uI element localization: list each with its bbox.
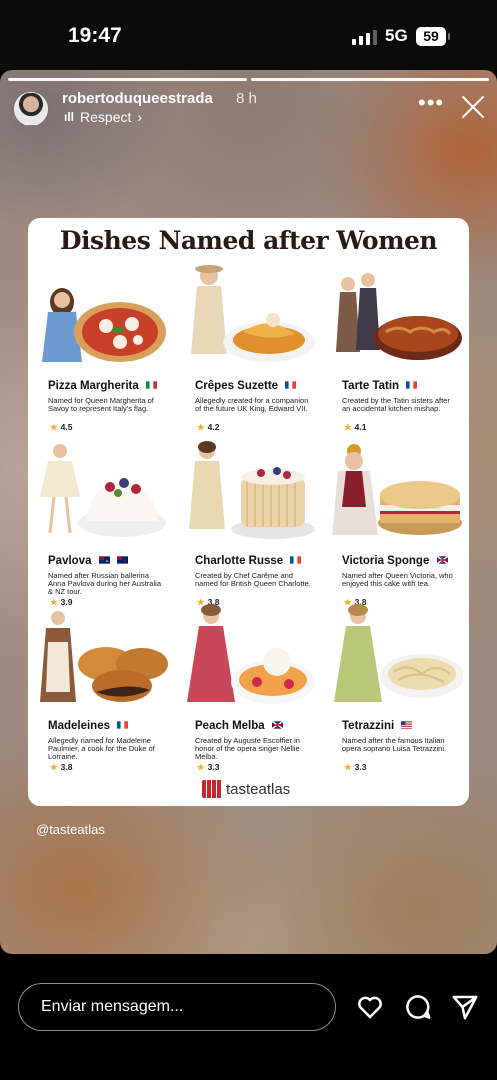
dish-description: Named after Queen Victoria, who enjoyed …: [342, 571, 453, 588]
reply-bar: Enviar mensagem...: [0, 954, 497, 1080]
dish-name: Victoria Sponge: [342, 555, 448, 567]
france-flag-icon: [290, 556, 302, 564]
comment-icon[interactable]: [403, 992, 433, 1022]
story-time-ago: 8 h: [236, 90, 257, 107]
status-time: 19:47: [68, 24, 122, 47]
star-icon: ★: [50, 422, 58, 432]
star-icon: ★: [50, 762, 58, 772]
star-icon: ★: [197, 762, 205, 772]
card-title: Dishes Named after Women: [59, 226, 438, 255]
mention-tag[interactable]: @tasteatlas: [36, 822, 105, 837]
progress-segment: [8, 78, 247, 81]
network-label: 5G: [385, 26, 408, 45]
battery-icon: 59: [416, 27, 450, 46]
dish-description: Allegedly named for Madeleine Paulmier, …: [48, 736, 155, 761]
chevron-right-icon: ›: [137, 109, 143, 125]
dish-rating: ★ 4.2: [197, 422, 220, 432]
madeleines-illustration: [40, 611, 168, 702]
pizza-illustration: [42, 288, 166, 362]
dish-name: Crêpes Suzette: [195, 380, 297, 392]
audio-attribution[interactable]: ıll Respect ›: [64, 109, 142, 125]
dish-rating: ★ 3.3: [344, 762, 367, 772]
story-username[interactable]: robertoduqueestrada: [62, 90, 213, 107]
tasteatlas-logo-icon: [202, 780, 222, 798]
dish-rating: ★ 3.8: [50, 762, 73, 772]
heart-icon[interactable]: [355, 992, 385, 1022]
dish-description: Created by the Tatin sisters after an ac…: [342, 396, 450, 413]
progress-segment: [250, 78, 489, 81]
australia-flag-icon: [98, 556, 110, 564]
peach-melba-illustration: [187, 604, 315, 704]
uk-flag-icon: [436, 556, 448, 564]
message-input[interactable]: Enviar mensagem...: [18, 983, 336, 1031]
more-options-icon[interactable]: •••: [418, 90, 444, 116]
dish-name: Tetrazzini: [342, 720, 413, 732]
usa-flag-icon: [401, 721, 413, 729]
story-view[interactable]: robertoduqueestrada 8 h ıll Respect › ••…: [0, 70, 497, 954]
dish-rating: ★ 4.1: [344, 422, 367, 432]
pavlova-illustration: [40, 444, 166, 537]
new-zealand-flag-icon: [116, 556, 128, 564]
send-icon[interactable]: [450, 992, 480, 1022]
dish-description: Named after Russian ballerina Anna Pavlo…: [48, 571, 161, 596]
tetrazzini-illustration: [334, 604, 463, 702]
dish-name: Pizza Margherita: [48, 380, 157, 392]
star-icon: ★: [197, 422, 205, 432]
france-flag-icon: [285, 381, 297, 389]
dish-name: Charlotte Russe: [195, 555, 302, 567]
uk-flag-icon: [271, 721, 283, 729]
dish-name: Tarte Tatin: [342, 380, 418, 392]
story-progress: [8, 78, 489, 81]
tasteatlas-logo: tasteatlas: [202, 780, 290, 798]
audio-label: Respect: [80, 109, 132, 125]
star-icon: ★: [344, 422, 352, 432]
crepes-illustration: [191, 265, 315, 362]
star-icon: ★: [344, 762, 352, 772]
close-icon[interactable]: [460, 94, 486, 120]
victoria-sponge-illustration: [332, 444, 462, 535]
dish-description: Created by Auguste Escoffier in honor of…: [195, 736, 300, 761]
shared-post-card[interactable]: Dishes Named after Women Pizza Margherit…: [28, 218, 469, 806]
dish-name: Peach Melba: [195, 720, 283, 732]
avatar[interactable]: [14, 92, 48, 126]
status-bar: 19:47 5G 59: [0, 0, 497, 70]
dish-rating: ★ 4.5: [50, 422, 73, 432]
dish-name: Pavlova: [48, 555, 128, 567]
dish-description: Named for Queen Margherita of Savoy to r…: [48, 396, 154, 413]
brand-name: tasteatlas: [226, 780, 291, 798]
music-bars-icon: ıll: [64, 110, 75, 124]
dish-rating: ★ 3.3: [197, 762, 220, 772]
dish-description: Allegedly created for a companion of the…: [195, 396, 309, 413]
dish-description: Created by Chef Carême and named for Bri…: [195, 571, 311, 588]
france-flag-icon: [406, 381, 418, 389]
italy-flag-icon: [145, 381, 157, 389]
dish-description: Named after the famous Italian opera sop…: [342, 736, 447, 753]
france-flag-icon: [117, 721, 129, 729]
charlotte-russe-illustration: [189, 441, 315, 539]
tarte-tatin-illustration: [336, 273, 462, 360]
signal-icon: [352, 30, 377, 45]
dish-name: Madeleines: [48, 720, 129, 732]
